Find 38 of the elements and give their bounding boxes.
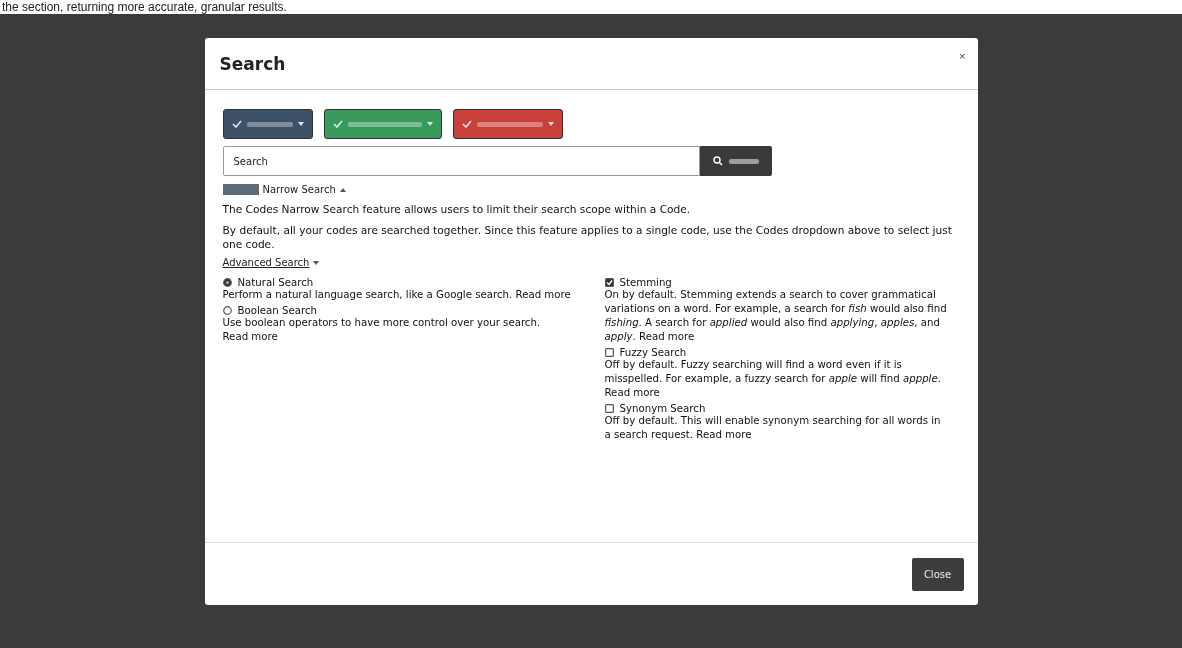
close-button[interactable]: Close [911,557,964,591]
option-description: Off by default. This will enable synonym searching for all words in a search request. Read more [604,414,942,442]
section-toggle[interactable]: Narrow Search [262,184,346,195]
check-icon [332,120,343,128]
paragraph: The Codes Narrow Search feature allows users to limit their search scope within a Code. [222,202,692,216]
badge [222,184,259,195]
caret-icon [547,122,554,126]
read-more-link[interactable]: Read more [515,289,571,300]
modal-title: Search [219,54,286,74]
section-toggle[interactable]: Advanced Search [222,257,320,268]
caret-icon [426,122,433,126]
search-icon [712,156,723,166]
caret-icon [339,187,346,192]
check-icon [231,120,242,128]
checkbox-option[interactable]: Stemming [604,277,950,288]
search-field[interactable]: Search [222,146,700,176]
checkbox-option[interactable]: Synonym Search [604,403,950,414]
option-description: Perform a natural language search, like a Google search. Read more [222,288,572,302]
search-button[interactable] [699,146,772,176]
read-more-link[interactable]: Read more [696,429,752,440]
checkbox-option[interactable]: Fuzzy Search [604,347,950,358]
check-icon [461,120,472,128]
filter-dropdown[interactable] [323,109,442,139]
option-description: On by default. Stemming extends a search to cover grammatical variations on a word. For example, a search for fish would also find fishing. A search for applied would also find applying, apples, and apply. Read more [604,288,948,344]
radio-option[interactable]: Natural Search [222,277,573,288]
read-more-link[interactable]: Read more [604,387,660,398]
caret-icon [297,122,304,126]
close-button[interactable]: × [959,50,966,62]
filter-dropdown[interactable] [452,109,563,139]
radio-option[interactable]: Boolean Search [222,305,573,316]
option-description: Off by default. Fuzzy searching will find a word even if it is misspelled. For example, a fuzzy search for apple will find appple. Read more [604,358,942,400]
filter-dropdown[interactable] [222,109,313,139]
read-more-link[interactable]: Read more [639,331,695,342]
option-description: Use boolean operators to have more control over your search. Read more [222,316,542,344]
caption-text: the section, returning more accurate, granular results. [1,0,288,14]
paragraph: By default, all your codes are searched together. Since this feature applies to a single code, use the Codes dropdown above to select just one code. [222,223,953,251]
read-more-link[interactable]: Read more [222,331,278,342]
caret-icon [313,260,320,265]
